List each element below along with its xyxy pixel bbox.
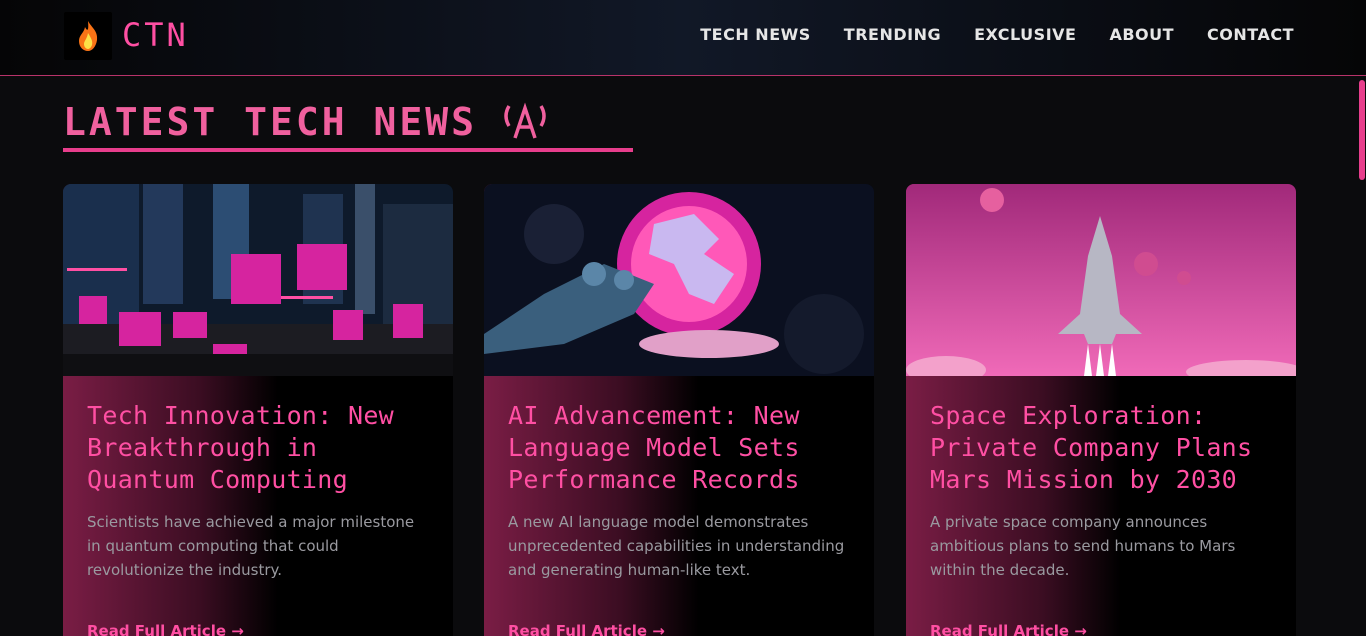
article-body: Tech Innovation: New Breakthrough in Qua… bbox=[87, 400, 432, 582]
nav-about[interactable]: ABOUT bbox=[1109, 25, 1174, 44]
scrollbar-thumb[interactable] bbox=[1359, 80, 1365, 180]
article-image[interactable] bbox=[906, 184, 1296, 376]
article-body: AI Advancement: New Language Model Sets … bbox=[508, 400, 853, 582]
article-summary: A new AI language model demonstrates unp… bbox=[508, 513, 845, 579]
read-more-link[interactable]: Read Full Article → bbox=[87, 622, 244, 636]
article-image[interactable] bbox=[484, 184, 874, 376]
section-heading: LATEST TECH NEWS bbox=[63, 96, 633, 152]
flame-icon bbox=[79, 21, 98, 51]
article-title[interactable]: Tech Innovation: New Breakthrough in Qua… bbox=[87, 400, 432, 496]
logo[interactable] bbox=[64, 12, 112, 60]
page-scrollbar[interactable] bbox=[1358, 76, 1366, 636]
article-title[interactable]: Space Exploration: Private Company Plans… bbox=[930, 400, 1275, 496]
main-nav: TECH NEWS TRENDING EXCLUSIVE ABOUT CONTA… bbox=[700, 25, 1294, 44]
article-card[interactable]: Space Exploration: Private Company Plans… bbox=[906, 184, 1296, 636]
nav-exclusive[interactable]: EXCLUSIVE bbox=[974, 25, 1076, 44]
nav-contact[interactable]: CONTACT bbox=[1207, 25, 1294, 44]
article-summary: Scientists have achieved a major milesto… bbox=[87, 513, 415, 579]
antenna-icon bbox=[501, 100, 549, 144]
article-card[interactable]: Tech Innovation: New Breakthrough in Qua… bbox=[63, 184, 453, 636]
article-body: Space Exploration: Private Company Plans… bbox=[930, 400, 1275, 582]
read-more-link[interactable]: Read Full Article → bbox=[930, 622, 1087, 636]
brand-name[interactable]: CTN bbox=[122, 16, 189, 54]
article-image[interactable] bbox=[63, 184, 453, 376]
read-more-link[interactable]: Read Full Article → bbox=[508, 622, 665, 636]
article-summary: A private space company announces ambiti… bbox=[930, 513, 1236, 579]
site-header: CTN TECH NEWS TRENDING EXCLUSIVE ABOUT C… bbox=[0, 0, 1366, 76]
article-card[interactable]: AI Advancement: New Language Model Sets … bbox=[484, 184, 874, 636]
nav-trending[interactable]: TRENDING bbox=[844, 25, 941, 44]
section-title: LATEST TECH NEWS bbox=[63, 100, 478, 144]
article-title[interactable]: AI Advancement: New Language Model Sets … bbox=[508, 400, 853, 496]
nav-tech-news[interactable]: TECH NEWS bbox=[700, 25, 811, 44]
